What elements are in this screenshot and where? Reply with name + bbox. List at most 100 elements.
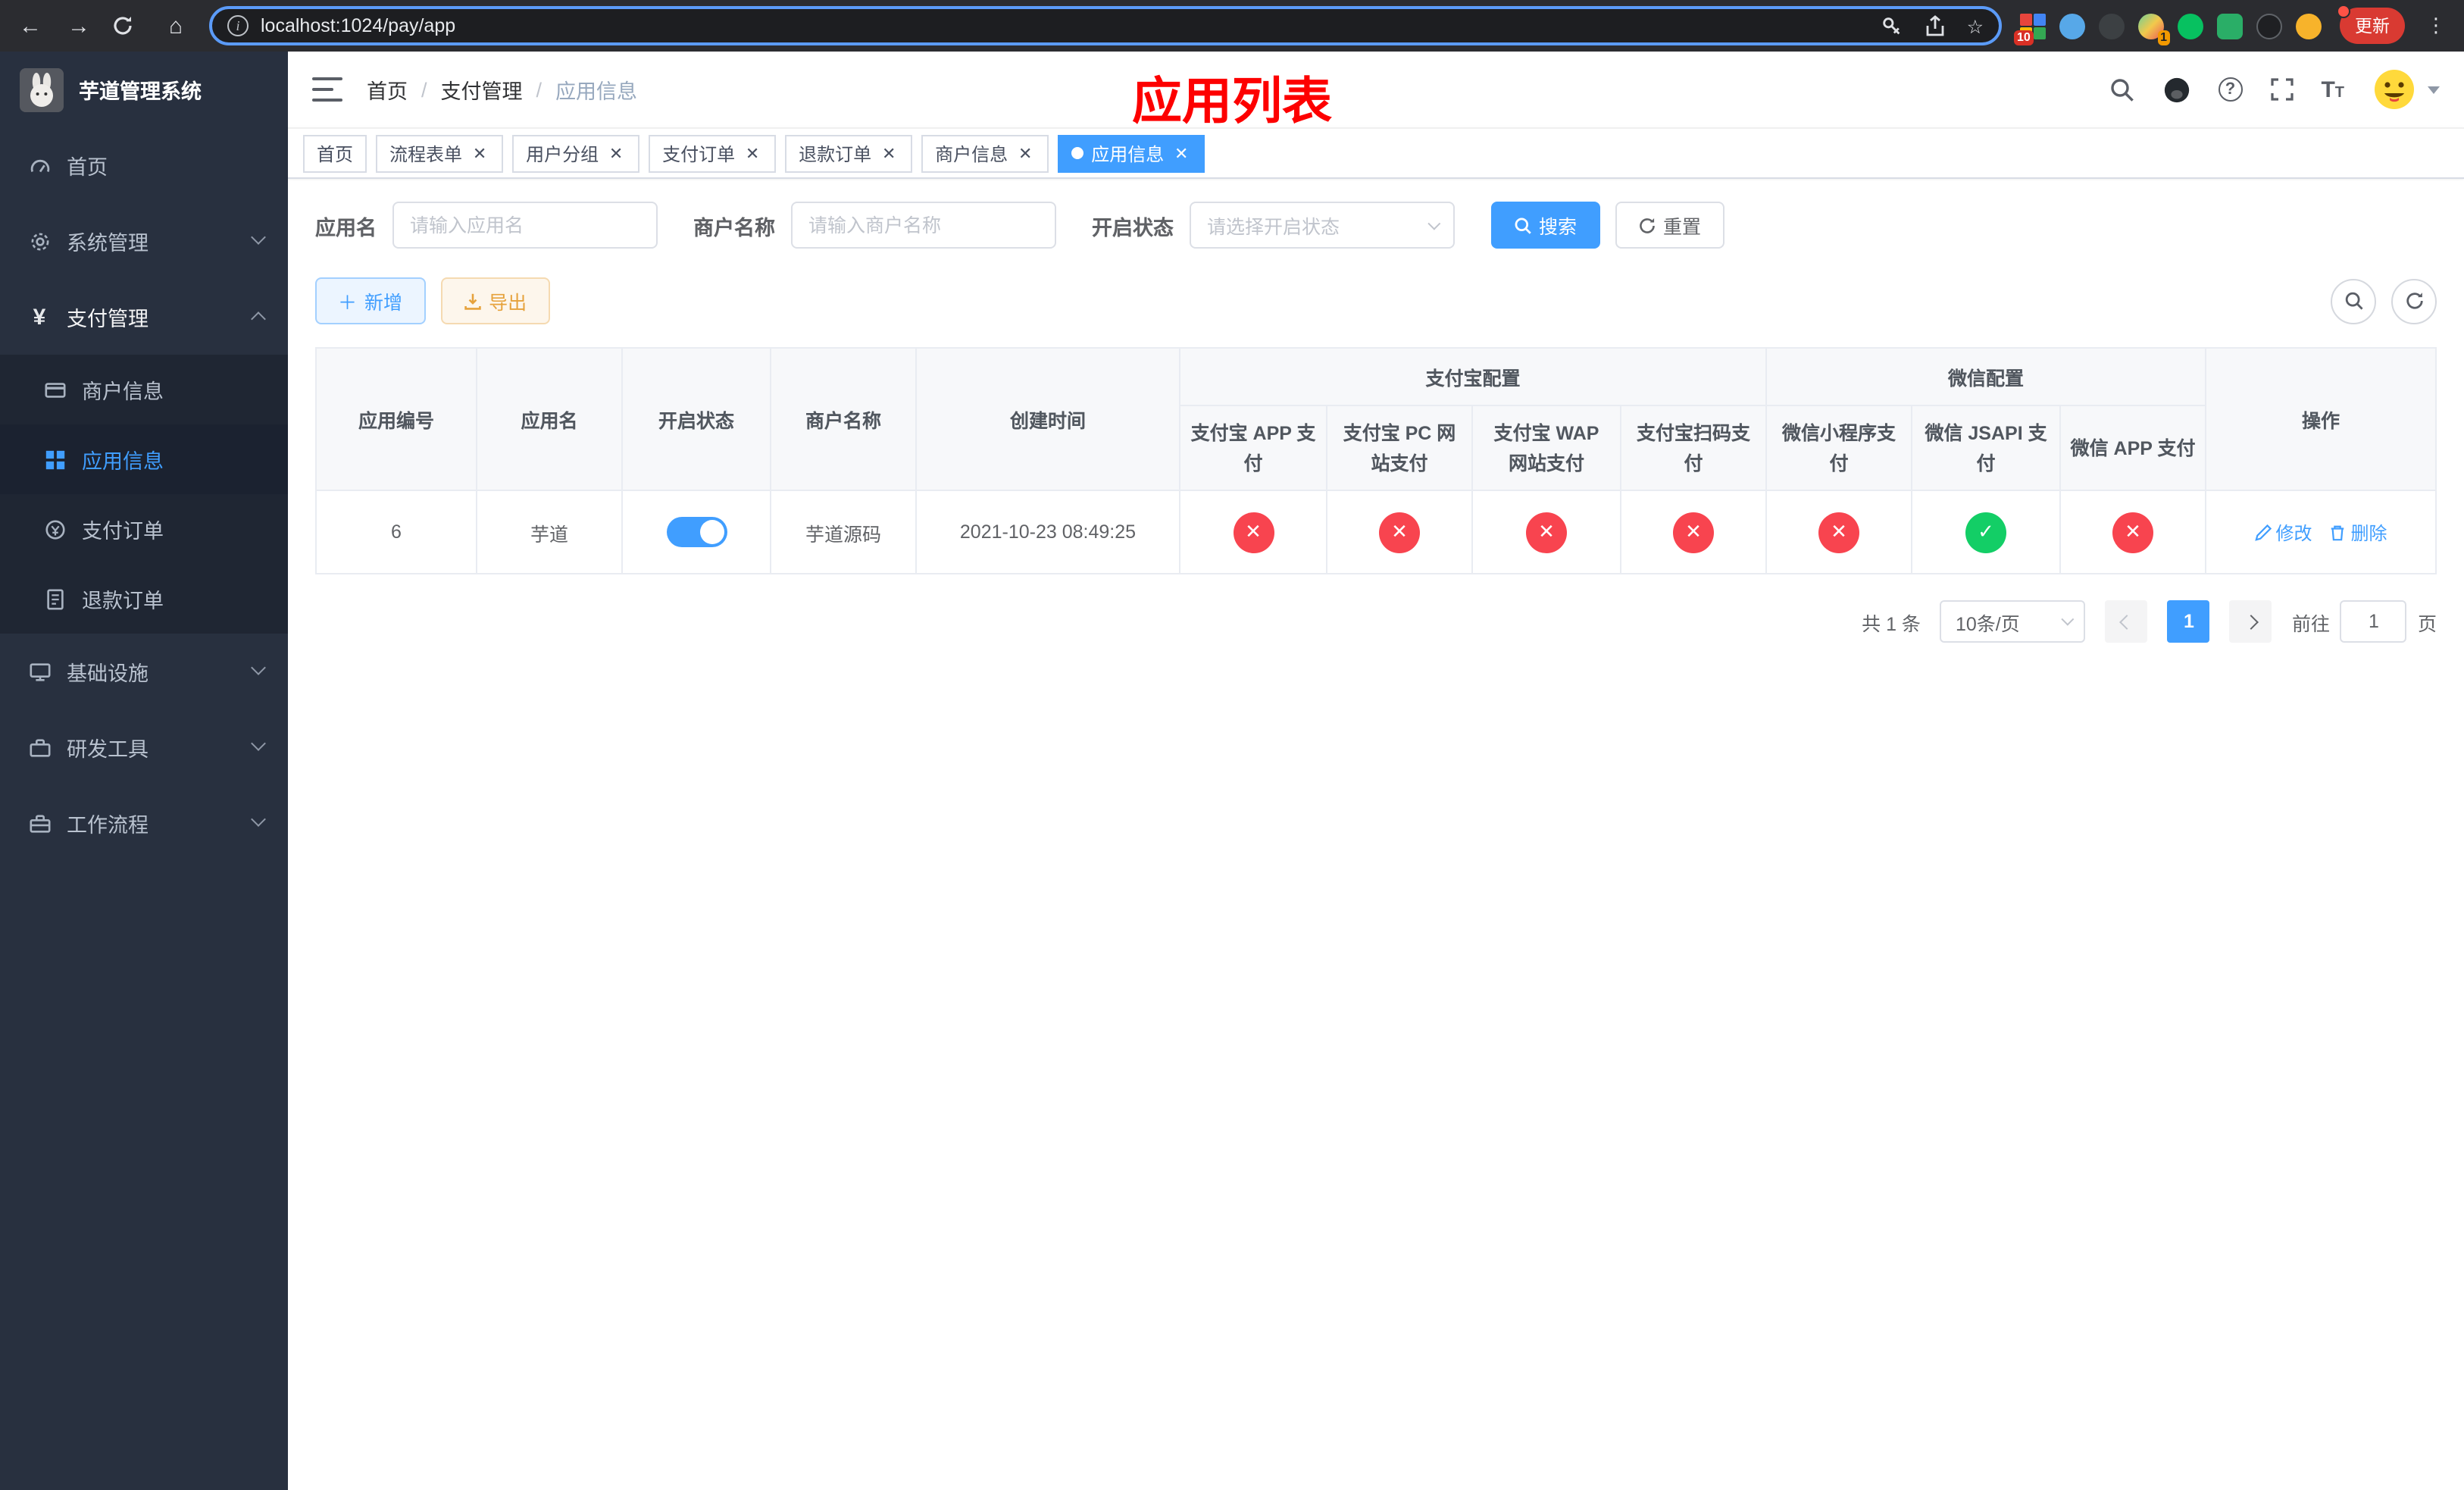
tab-user-group[interactable]: 用户分组 ✕: [512, 134, 640, 172]
address-bar[interactable]: i localhost:1024/pay/app ☆: [209, 6, 2002, 45]
chevron-down-icon: [251, 660, 266, 675]
status-select[interactable]: 请选择开启状态: [1189, 202, 1454, 249]
password-key-icon[interactable]: [1881, 14, 1903, 37]
sidebar-item-system[interactable]: 系统管理: [0, 203, 288, 279]
prev-page-button[interactable]: [2105, 600, 2148, 643]
tab-app-info[interactable]: 应用信息 ✕: [1058, 134, 1205, 172]
search-button[interactable]: 搜索: [1490, 202, 1600, 249]
close-icon[interactable]: ✕: [470, 143, 489, 163]
next-page-button[interactable]: [2229, 600, 2272, 643]
filter-form: 应用名 商户名称 开启状态 请选择开启状态 搜索: [315, 202, 2437, 249]
chevron-down-icon: [2428, 86, 2440, 93]
breadcrumb-payment[interactable]: 支付管理: [441, 74, 523, 105]
col-header-ops: 操作: [2205, 347, 2437, 491]
refresh-table-button[interactable]: [2391, 278, 2437, 324]
help-icon[interactable]: ?: [2218, 77, 2243, 102]
sidebar-item-devtools[interactable]: 研发工具: [0, 709, 288, 785]
chevron-down-icon: [2062, 612, 2075, 626]
close-icon[interactable]: ✕: [743, 143, 762, 163]
col-header-alipay-pc: 支付宝 PC 网站支付: [1326, 405, 1473, 491]
app-logo[interactable]: 芋道管理系统: [0, 52, 288, 127]
chrome-update-button[interactable]: 更新: [2337, 5, 2405, 44]
status-icon: [1965, 512, 2007, 552]
close-icon[interactable]: ✕: [1015, 143, 1035, 163]
close-icon[interactable]: ✕: [606, 143, 626, 163]
goto-page-input[interactable]: [2340, 600, 2407, 643]
per-page-select[interactable]: 10条/页: [1940, 600, 2086, 643]
sidebar-item-home[interactable]: 首页: [0, 127, 288, 203]
emoji-extension-icon[interactable]: [2296, 13, 2322, 39]
wechat-devtools-icon[interactable]: [2178, 13, 2203, 39]
refresh-icon[interactable]: [112, 15, 142, 36]
font-size-icon[interactable]: TT: [2321, 77, 2344, 102]
sidebar-collapse-icon[interactable]: [312, 77, 342, 102]
export-button[interactable]: 导出: [440, 277, 550, 324]
user-menu[interactable]: [2372, 67, 2440, 112]
merchant-name-input[interactable]: [790, 202, 1055, 249]
tab-pay-orders[interactable]: 支付订单 ✕: [649, 134, 777, 172]
active-dot: [1071, 147, 1084, 159]
cell-created: 2021-10-23 08:49:25: [915, 490, 1180, 574]
delete-button[interactable]: 删除: [2330, 519, 2387, 545]
sidebar-item-label: 系统管理: [67, 232, 149, 255]
header-actions: ? TT: [2109, 67, 2440, 112]
status-label: 开启状态: [1092, 216, 1174, 239]
edit-button[interactable]: 修改: [2254, 519, 2312, 545]
toggle-search-button[interactable]: [2331, 278, 2376, 324]
col-header-wx-jsapi: 微信 JSAPI 支付: [1911, 405, 2062, 491]
reset-button[interactable]: 重置: [1615, 202, 1724, 249]
bookmark-star-icon[interactable]: ☆: [1967, 14, 1984, 37]
gear-icon: [27, 229, 52, 253]
chevron-down-icon: [1427, 216, 1440, 230]
sidebar-item-label: 工作流程: [67, 814, 149, 837]
tab-merchant-info[interactable]: 商户信息 ✕: [921, 134, 1049, 172]
green-extension-icon[interactable]: [2217, 13, 2243, 39]
breadcrumb: 首页 / 支付管理 / 应用信息: [367, 74, 637, 105]
sidebar-item-refund-orders[interactable]: 退款订单: [0, 564, 288, 634]
avatar: [2372, 67, 2417, 112]
sidebar-item-payment[interactable]: ¥ 支付管理: [0, 279, 288, 355]
gem-extension-icon[interactable]: [2059, 13, 2085, 39]
profile-extension-icon[interactable]: 1: [2138, 13, 2170, 45]
tab-home[interactable]: 首页: [303, 134, 367, 172]
briefcase-icon: [27, 811, 52, 835]
sidebar-item-pay-orders[interactable]: 支付订单: [0, 494, 288, 564]
table-row: 6 芋道 芋道源码 2021-10-23 08:49:25 ✕ ✕ ✕ ✕ ✕ …: [315, 490, 2437, 574]
home-icon[interactable]: ⌂: [161, 13, 191, 39]
breadcrumb-home[interactable]: 首页: [367, 74, 408, 105]
fullscreen-icon[interactable]: [2269, 77, 2294, 102]
col-header-wx-mini: 微信小程序支付: [1765, 405, 1913, 491]
close-icon[interactable]: ✕: [879, 143, 899, 163]
browser-menu-icon[interactable]: ⋮: [2423, 14, 2449, 38]
sidebar-item-label: 研发工具: [67, 738, 149, 761]
enabled-toggle[interactable]: [666, 517, 727, 547]
forward-icon[interactable]: →: [64, 13, 94, 39]
sidebar-item-label: 首页: [67, 156, 108, 179]
extension-grid-icon[interactable]: 10: [2014, 13, 2046, 45]
github-icon[interactable]: [2162, 75, 2190, 104]
sidebar-item-infra[interactable]: 基础设施: [0, 634, 288, 709]
sidebar-item-label: 退款订单: [82, 590, 164, 612]
profile-badge: 1: [2157, 30, 2170, 45]
dark-extension-icon[interactable]: [2099, 13, 2125, 39]
col-header-alipay-app: 支付宝 APP 支付: [1179, 405, 1327, 491]
sidebar-item-workflow[interactable]: 工作流程: [0, 785, 288, 861]
back-icon[interactable]: ←: [15, 13, 45, 39]
app-name-input[interactable]: [392, 202, 657, 249]
sidebar-item-app-info[interactable]: 应用信息: [0, 424, 288, 494]
status-icon: [2112, 512, 2154, 552]
site-info-icon[interactable]: i: [227, 15, 249, 36]
merchant-name-label: 商户名称: [693, 216, 775, 239]
dashboard-icon: [27, 153, 52, 177]
close-icon[interactable]: ✕: [1171, 143, 1191, 163]
search-icon[interactable]: [2109, 77, 2134, 102]
tab-process-form[interactable]: 流程表单 ✕: [376, 134, 504, 172]
share-icon[interactable]: [1925, 14, 1946, 37]
current-page[interactable]: 1: [2167, 600, 2210, 643]
sidebar-item-merchant-info[interactable]: 商户信息: [0, 355, 288, 424]
add-button[interactable]: ＋ 新增: [315, 277, 426, 324]
app-window: ← → ⌂ i localhost:1024/pay/app ☆ 10 1 更新…: [0, 0, 2464, 1490]
tab-refund-orders[interactable]: 退款订单 ✕: [785, 134, 913, 172]
pagination: 共 1 条 10条/页 1 前往 页: [315, 600, 2437, 643]
puzzle-extension-icon[interactable]: [2256, 13, 2282, 39]
